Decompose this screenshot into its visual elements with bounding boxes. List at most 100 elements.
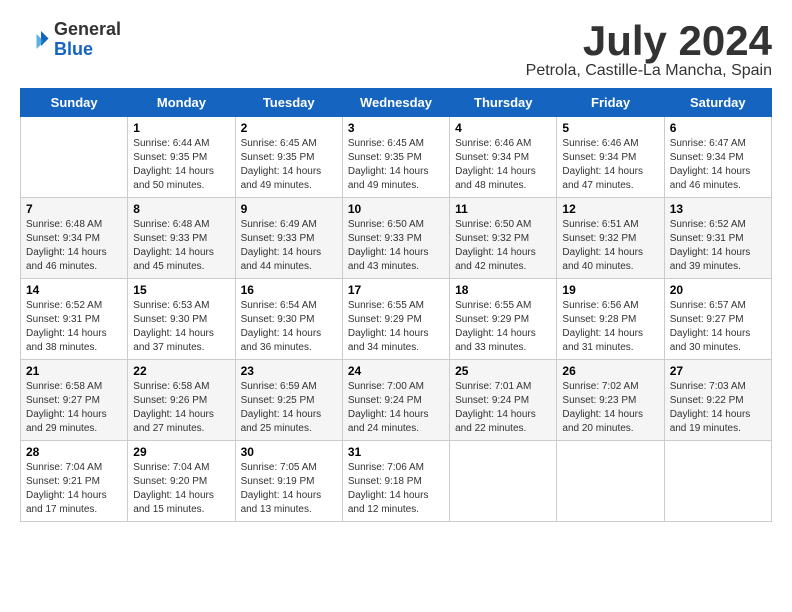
calendar-day-13: 13 Sunrise: 6:52 AM Sunset: 9:31 PM Dayli… <box>664 198 771 279</box>
day-info: Sunrise: 6:48 AM Sunset: 9:34 PM Dayligh… <box>26 218 122 274</box>
day-number: 13 <box>670 202 766 216</box>
calendar-day-22: 22 Sunrise: 6:58 AM Sunset: 9:26 PM Dayli… <box>128 360 235 441</box>
day-number: 27 <box>670 364 766 378</box>
day-number: 12 <box>562 202 658 216</box>
day-info: Sunrise: 6:46 AM Sunset: 9:34 PM Dayligh… <box>455 137 551 193</box>
day-of-week-sunday: Sunday <box>21 89 128 117</box>
calendar-week-row: 14 Sunrise: 6:52 AM Sunset: 9:31 PM Dayli… <box>21 279 772 360</box>
day-info: Sunrise: 6:52 AM Sunset: 9:31 PM Dayligh… <box>26 299 122 355</box>
calendar-day-27: 27Sunrise: 7:03 AM Sunset: 9:22 PM Dayli… <box>664 360 771 441</box>
day-number: 14 <box>26 283 122 297</box>
calendar-day-4: 4 Sunrise: 6:46 AM Sunset: 9:34 PM Daylig… <box>450 117 557 198</box>
day-number: 29 <box>133 445 229 459</box>
day-number: 26 <box>562 364 658 378</box>
day-number: 2 <box>241 121 337 135</box>
day-number: 16 <box>241 283 337 297</box>
day-info: Sunrise: 7:05 AM Sunset: 9:19 PM Dayligh… <box>241 461 337 517</box>
day-number: 6 <box>670 121 766 135</box>
logo-general: General <box>54 20 121 40</box>
day-info: Sunrise: 7:02 AM Sunset: 9:23 PM Dayligh… <box>562 380 658 436</box>
calendar-day-20: 20 Sunrise: 6:57 AM Sunset: 9:27 PM Dayli… <box>664 279 771 360</box>
day-info: Sunrise: 7:04 AM Sunset: 9:20 PM Dayligh… <box>133 461 229 517</box>
day-info: Sunrise: 6:56 AM Sunset: 9:28 PM Dayligh… <box>562 299 658 355</box>
day-number: 19 <box>562 283 658 297</box>
calendar-day-18: 18Sunrise: 6:55 AM Sunset: 9:29 PM Dayli… <box>450 279 557 360</box>
day-number: 17 <box>348 283 444 297</box>
day-of-week-tuesday: Tuesday <box>235 89 342 117</box>
day-info: Sunrise: 6:53 AM Sunset: 9:30 PM Dayligh… <box>133 299 229 355</box>
day-info: Sunrise: 6:55 AM Sunset: 9:29 PM Dayligh… <box>348 299 444 355</box>
calendar-day-31: 31Sunrise: 7:06 AM Sunset: 9:18 PM Dayli… <box>342 441 449 522</box>
day-info: Sunrise: 6:50 AM Sunset: 9:33 PM Dayligh… <box>348 218 444 274</box>
day-number: 5 <box>562 121 658 135</box>
day-info: Sunrise: 6:46 AM Sunset: 9:34 PM Dayligh… <box>562 137 658 193</box>
day-info: Sunrise: 6:47 AM Sunset: 9:34 PM Dayligh… <box>670 137 766 193</box>
calendar-day-1: 1Sunrise: 6:44 AM Sunset: 9:35 PM Daylig… <box>128 117 235 198</box>
day-number: 11 <box>455 202 551 216</box>
calendar-day-12: 12Sunrise: 6:51 AM Sunset: 9:32 PM Dayli… <box>557 198 664 279</box>
day-of-week-friday: Friday <box>557 89 664 117</box>
day-number: 25 <box>455 364 551 378</box>
day-info: Sunrise: 6:58 AM Sunset: 9:26 PM Dayligh… <box>133 380 229 436</box>
day-number: 20 <box>670 283 766 297</box>
location: Petrola, Castille-La Mancha, Spain <box>526 62 772 80</box>
calendar-day-23: 23 Sunrise: 6:59 AM Sunset: 9:25 PM Dayli… <box>235 360 342 441</box>
day-info: Sunrise: 6:54 AM Sunset: 9:30 PM Dayligh… <box>241 299 337 355</box>
day-info: Sunrise: 7:00 AM Sunset: 9:24 PM Dayligh… <box>348 380 444 436</box>
day-info: Sunrise: 6:52 AM Sunset: 9:31 PM Dayligh… <box>670 218 766 274</box>
calendar-day-28: 28 Sunrise: 7:04 AM Sunset: 9:21 PM Dayli… <box>21 441 128 522</box>
day-info: Sunrise: 6:58 AM Sunset: 9:27 PM Dayligh… <box>26 380 122 436</box>
calendar-day-8: 8Sunrise: 6:48 AM Sunset: 9:33 PM Daylig… <box>128 198 235 279</box>
day-number: 10 <box>348 202 444 216</box>
logo-blue: Blue <box>54 40 121 60</box>
day-number: 28 <box>26 445 122 459</box>
calendar-day-5: 5 Sunrise: 6:46 AM Sunset: 9:34 PM Daylig… <box>557 117 664 198</box>
calendar-week-row: 7 Sunrise: 6:48 AM Sunset: 9:34 PM Daylig… <box>21 198 772 279</box>
day-number: 23 <box>241 364 337 378</box>
day-number: 7 <box>26 202 122 216</box>
calendar-day-2: 2Sunrise: 6:45 AM Sunset: 9:35 PM Daylig… <box>235 117 342 198</box>
calendar-empty-cell <box>664 441 771 522</box>
day-number: 24 <box>348 364 444 378</box>
calendar-day-3: 3 Sunrise: 6:45 AM Sunset: 9:35 PM Daylig… <box>342 117 449 198</box>
day-of-week-monday: Monday <box>128 89 235 117</box>
month-title: July 2024 <box>526 20 772 62</box>
calendar-day-30: 30 Sunrise: 7:05 AM Sunset: 9:19 PM Dayli… <box>235 441 342 522</box>
calendar-day-14: 14 Sunrise: 6:52 AM Sunset: 9:31 PM Dayli… <box>21 279 128 360</box>
day-of-week-saturday: Saturday <box>664 89 771 117</box>
calendar-header-row: SundayMondayTuesdayWednesdayThursdayFrid… <box>21 89 772 117</box>
calendar-day-16: 16 Sunrise: 6:54 AM Sunset: 9:30 PM Dayli… <box>235 279 342 360</box>
day-number: 21 <box>26 364 122 378</box>
calendar-empty-cell <box>450 441 557 522</box>
day-info: Sunrise: 6:50 AM Sunset: 9:32 PM Dayligh… <box>455 218 551 274</box>
calendar-day-26: 26 Sunrise: 7:02 AM Sunset: 9:23 PM Dayli… <box>557 360 664 441</box>
calendar-week-row: 28 Sunrise: 7:04 AM Sunset: 9:21 PM Dayli… <box>21 441 772 522</box>
calendar-day-29: 29 Sunrise: 7:04 AM Sunset: 9:20 PM Dayli… <box>128 441 235 522</box>
day-number: 3 <box>348 121 444 135</box>
calendar-day-19: 19 Sunrise: 6:56 AM Sunset: 9:28 PM Dayli… <box>557 279 664 360</box>
day-info: Sunrise: 7:04 AM Sunset: 9:21 PM Dayligh… <box>26 461 122 517</box>
day-info: Sunrise: 6:57 AM Sunset: 9:27 PM Dayligh… <box>670 299 766 355</box>
calendar-day-6: 6 Sunrise: 6:47 AM Sunset: 9:34 PM Daylig… <box>664 117 771 198</box>
calendar-day-17: 17 Sunrise: 6:55 AM Sunset: 9:29 PM Dayli… <box>342 279 449 360</box>
day-info: Sunrise: 6:55 AM Sunset: 9:29 PM Dayligh… <box>455 299 551 355</box>
day-of-week-wednesday: Wednesday <box>342 89 449 117</box>
day-info: Sunrise: 6:44 AM Sunset: 9:35 PM Dayligh… <box>133 137 229 193</box>
calendar-day-15: 15Sunrise: 6:53 AM Sunset: 9:30 PM Dayli… <box>128 279 235 360</box>
calendar-table: SundayMondayTuesdayWednesdayThursdayFrid… <box>20 88 772 522</box>
title-block: July 2024 Petrola, Castille-La Mancha, S… <box>526 20 772 80</box>
calendar-empty-cell <box>557 441 664 522</box>
day-number: 4 <box>455 121 551 135</box>
day-number: 8 <box>133 202 229 216</box>
calendar-day-24: 24 Sunrise: 7:00 AM Sunset: 9:24 PM Dayli… <box>342 360 449 441</box>
calendar-day-11: 11 Sunrise: 6:50 AM Sunset: 9:32 PM Dayli… <box>450 198 557 279</box>
day-number: 22 <box>133 364 229 378</box>
page-header: General Blue July 2024 Petrola, Castille… <box>20 20 772 80</box>
day-number: 31 <box>348 445 444 459</box>
calendar-day-25: 25Sunrise: 7:01 AM Sunset: 9:24 PM Dayli… <box>450 360 557 441</box>
day-number: 30 <box>241 445 337 459</box>
day-number: 9 <box>241 202 337 216</box>
day-info: Sunrise: 6:59 AM Sunset: 9:25 PM Dayligh… <box>241 380 337 436</box>
day-info: Sunrise: 6:45 AM Sunset: 9:35 PM Dayligh… <box>348 137 444 193</box>
calendar-empty-cell <box>21 117 128 198</box>
